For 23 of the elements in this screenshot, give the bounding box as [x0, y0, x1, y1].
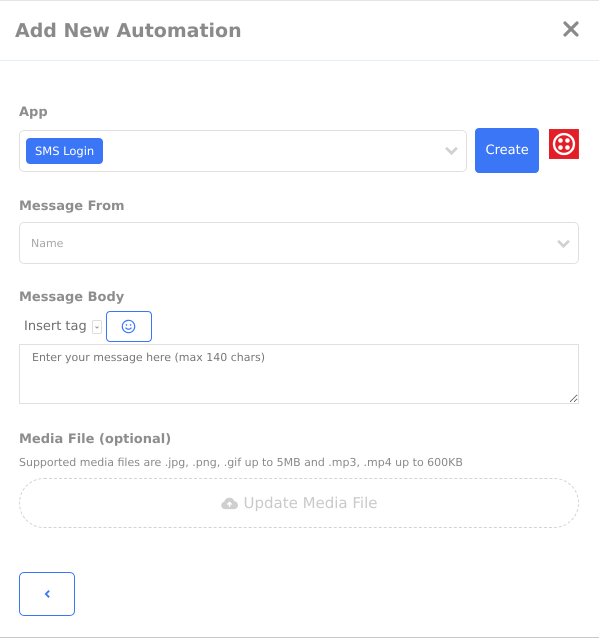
field-label: App [19, 105, 48, 120]
app-select[interactable]: SMS Login [19, 130, 468, 172]
selected-tag: SMS Login [26, 138, 104, 164]
dialog-title: Add New Automation [15, 20, 242, 42]
chevron-down-icon [444, 146, 460, 155]
emoji-button[interactable] [106, 311, 152, 342]
select-placeholder: Name [30, 236, 64, 250]
chevron-left-icon [44, 589, 50, 599]
close-icon[interactable] [563, 20, 579, 36]
insert-tag-label: Insert tag [24, 319, 87, 334]
sender-select[interactable]: Name [19, 222, 579, 264]
help-text: Supported media files are .jpg, .png, .gif up to 5MB and .mp3, .mp4 up to 600KB [19, 456, 463, 469]
smiley-icon [121, 319, 136, 334]
dropdown-caret-icon[interactable] [92, 320, 102, 334]
cloud-upload-icon [220, 496, 240, 510]
field-label: Message From [19, 199, 125, 214]
field-label: Message Body [19, 290, 124, 305]
logo-icon [549, 129, 579, 159]
back-button[interactable] [19, 572, 75, 616]
field-label: Media File (optional) [19, 432, 172, 447]
chevron-down-icon [556, 238, 571, 248]
message-textarea[interactable]: Enter your message here (max 140 chars) [19, 344, 579, 404]
create-button[interactable]: Create [475, 128, 540, 173]
